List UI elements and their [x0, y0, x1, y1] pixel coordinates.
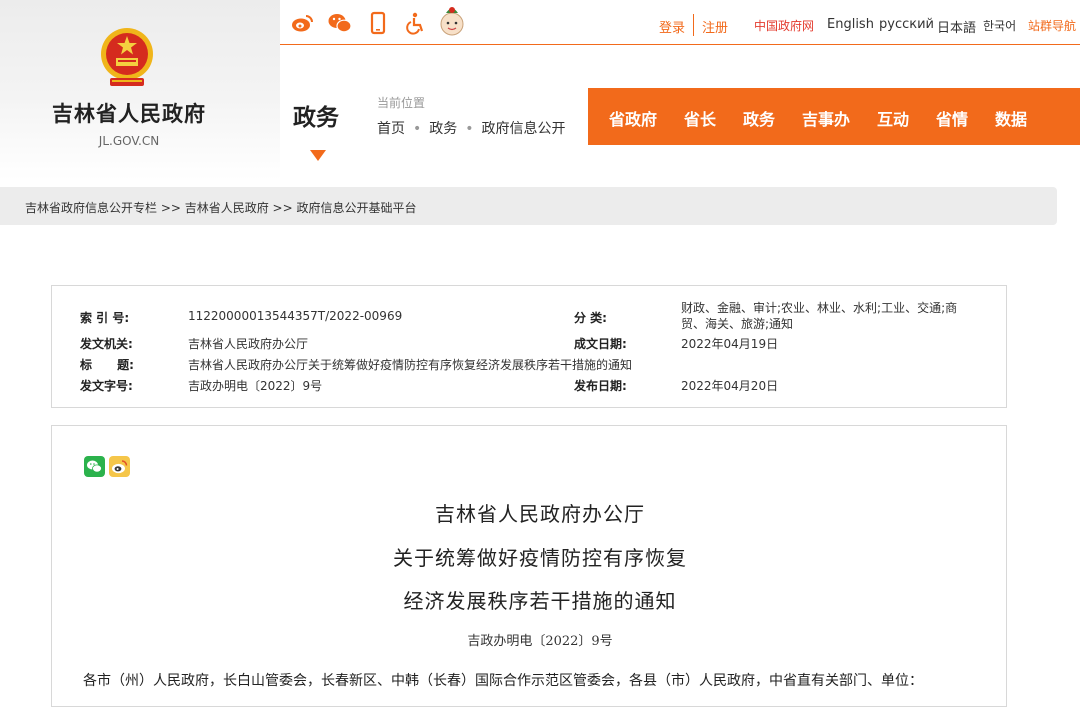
nav-item-affairs[interactable]: 政务 — [743, 106, 775, 130]
document-title-line-3: 经济发展秩序若干措施的通知 — [403, 589, 677, 613]
meta-docno-value: 吉政办明电〔2022〕9号 — [188, 379, 323, 393]
login-link[interactable]: 登录 — [659, 17, 685, 36]
location-link-affairs[interactable]: 政务 — [429, 121, 457, 137]
meta-published-value: 2022年04月20日 — [681, 379, 779, 393]
location-link-home[interactable]: 首页 — [377, 121, 405, 137]
meta-title-value: 吉林省人民政府办公厅关于统筹做好疫情防控有序恢复经济发展秩序若干措施的通知 — [188, 358, 633, 372]
weibo-icon[interactable] — [290, 10, 316, 36]
meta-category-value: 财政、金融、审计;农业、林业、水利;工业、交通;商贸、海关、旅游;通知 — [681, 301, 958, 331]
location-label: 当前位置 — [377, 96, 426, 110]
korean-link[interactable]: 한국어 — [983, 17, 1016, 34]
document-title-line-2: 关于统筹做好疫情防控有序恢复 — [393, 546, 687, 570]
register-link[interactable]: 注册 — [702, 17, 728, 36]
cn-gov-link[interactable]: 中国政府网 — [754, 17, 814, 34]
document-number: 吉政办明电〔2022〕9号 — [467, 634, 613, 649]
meta-created-label: 成文日期: — [574, 337, 627, 351]
section-indicator-icon — [310, 150, 326, 161]
header-divider — [280, 44, 1080, 45]
breadcrumb[interactable]: 吉林省政府信息公开专栏 >> 吉林省人民政府 >> 政府信息公开基础平台 — [25, 199, 416, 216]
login-separator — [693, 14, 694, 36]
weibo-share-icon[interactable] — [109, 456, 130, 477]
location-breadcrumb: 首页 • 政务 • 政府信息公开 — [377, 121, 566, 137]
nav-item-interaction[interactable]: 互动 — [877, 106, 909, 130]
mobile-icon[interactable] — [365, 10, 391, 36]
meta-title-label: 标 题: — [80, 358, 134, 372]
nav-item-governor[interactable]: 省长 — [684, 106, 716, 130]
mascot-icon[interactable] — [438, 4, 466, 38]
site-title[interactable]: 吉林省人民政府 — [48, 98, 210, 128]
meta-docno-label: 发文字号: — [80, 379, 133, 393]
wechat-icon[interactable] — [327, 10, 353, 36]
russian-link[interactable]: русский — [879, 17, 934, 32]
nav-item-province-info[interactable]: 省情 — [936, 106, 968, 130]
nav-item-provincial-gov[interactable]: 省政府 — [609, 106, 657, 130]
meta-index-value: 11220000013544357T/2022-00969 — [188, 309, 403, 323]
meta-published-label: 发布日期: — [574, 379, 627, 393]
wechat-share-icon[interactable] — [84, 456, 105, 477]
site-domain: JL.GOV.CN — [98, 134, 160, 148]
meta-index-label: 索 引 号: — [80, 311, 130, 325]
meta-category-label: 分 类: — [574, 311, 607, 325]
document-addressee-line: 各市（州）人民政府，长白山管委会，长春新区、中韩（长春）国际合作示范区管委会，各… — [83, 673, 923, 689]
english-link[interactable]: English — [827, 17, 874, 32]
site-nav-link[interactable]: 站群导航 — [1028, 17, 1076, 34]
meta-issuer-value: 吉林省人民政府办公厅 — [188, 337, 309, 351]
document-title-line-1: 吉林省人民政府办公厅 — [435, 502, 645, 526]
main-nav: 省政府 省长 政务 吉事办 互动 省情 数据 — [588, 88, 1080, 145]
nav-item-data[interactable]: 数据 — [995, 106, 1027, 130]
nav-item-jishiban[interactable]: 吉事办 — [802, 106, 850, 130]
location-link-info[interactable]: 政府信息公开 — [482, 121, 566, 137]
japanese-link[interactable]: 日本語 — [937, 17, 976, 36]
national-emblem-icon[interactable] — [98, 26, 156, 88]
breadcrumb-bar: 吉林省政府信息公开专栏 >> 吉林省人民政府 >> 政府信息公开基础平台 — [0, 187, 1057, 225]
accessibility-icon[interactable] — [403, 10, 429, 36]
section-title: 政务 — [293, 105, 339, 131]
meta-issuer-label: 发文机关: — [80, 337, 133, 351]
meta-created-value: 2022年04月19日 — [681, 337, 779, 351]
